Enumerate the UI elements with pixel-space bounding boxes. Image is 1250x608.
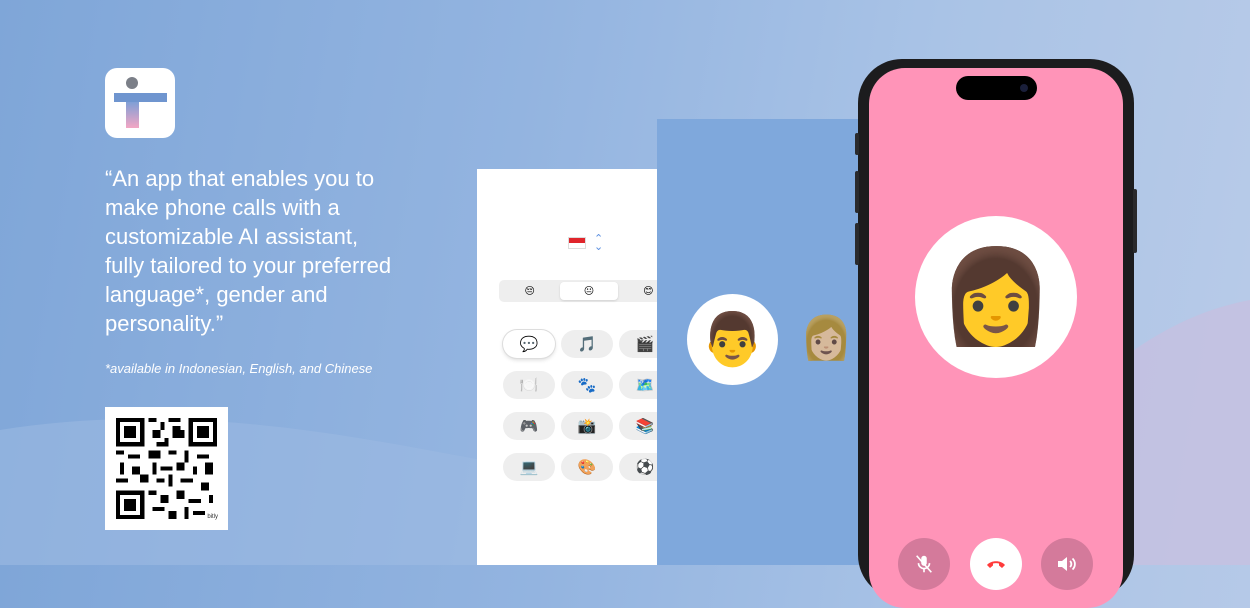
assistant-settings-screen: ⌃ ⌄ 😔 😐 😊 💬 🎵 🎬 🍽️ 🐾 🗺️ 🎮 📸 📚 💻 🎨 ⚽: [477, 169, 677, 565]
mute-button[interactable]: [898, 538, 950, 590]
dynamic-island: [956, 76, 1037, 100]
phone-side-button: [855, 223, 859, 265]
topic-chat-button[interactable]: 💬: [503, 330, 555, 358]
qr-code[interactable]: bitly: [105, 407, 228, 530]
mood-neutral-segment[interactable]: 😐: [560, 282, 618, 300]
female-avatar-option[interactable]: 👩🏼: [800, 314, 852, 363]
topic-tech-button[interactable]: 💻: [503, 453, 555, 481]
topic-games-button[interactable]: 🎮: [503, 412, 555, 440]
topic-food-button[interactable]: 🍽️: [503, 371, 555, 399]
app-logo: [105, 68, 175, 138]
phone-side-button: [855, 133, 859, 155]
mood-sad-segment[interactable]: 😔: [501, 282, 558, 300]
topic-pets-button[interactable]: 🐾: [561, 371, 613, 399]
chevron-up-down-icon: ⌃ ⌄: [594, 233, 604, 253]
call-screen: 05:45 👩: [869, 68, 1123, 608]
end-call-icon: [987, 561, 1005, 568]
mute-icon: [916, 555, 932, 573]
qr-watermark: bitly: [207, 514, 218, 520]
personality-segmented-control: 😔 😐 😊: [499, 280, 677, 302]
caller-avatar: 👩: [915, 216, 1077, 378]
language-picker[interactable]: ⌃ ⌄: [568, 233, 604, 253]
end-call-button[interactable]: [970, 538, 1022, 590]
qr-code-icon: [116, 418, 217, 519]
speaker-button[interactable]: [1041, 538, 1093, 590]
indonesia-flag-icon: [568, 237, 586, 249]
topic-photography-button[interactable]: 📸: [561, 412, 613, 440]
male-avatar-option[interactable]: 👨: [687, 294, 778, 385]
phone-power-button: [1133, 189, 1137, 253]
topic-music-button[interactable]: 🎵: [561, 330, 613, 358]
promo-tagline: “An app that enables you to make phone c…: [105, 166, 392, 336]
phone-mockup: 05:45 👩: [855, 59, 1137, 608]
language-footnote: *available in Indonesian, English, and C…: [105, 361, 373, 376]
topic-art-button[interactable]: 🎨: [561, 453, 613, 481]
speaker-icon: [1058, 557, 1076, 571]
gender-selection-screen: 👨 👩🏼: [657, 119, 877, 565]
phone-side-button: [855, 171, 859, 213]
